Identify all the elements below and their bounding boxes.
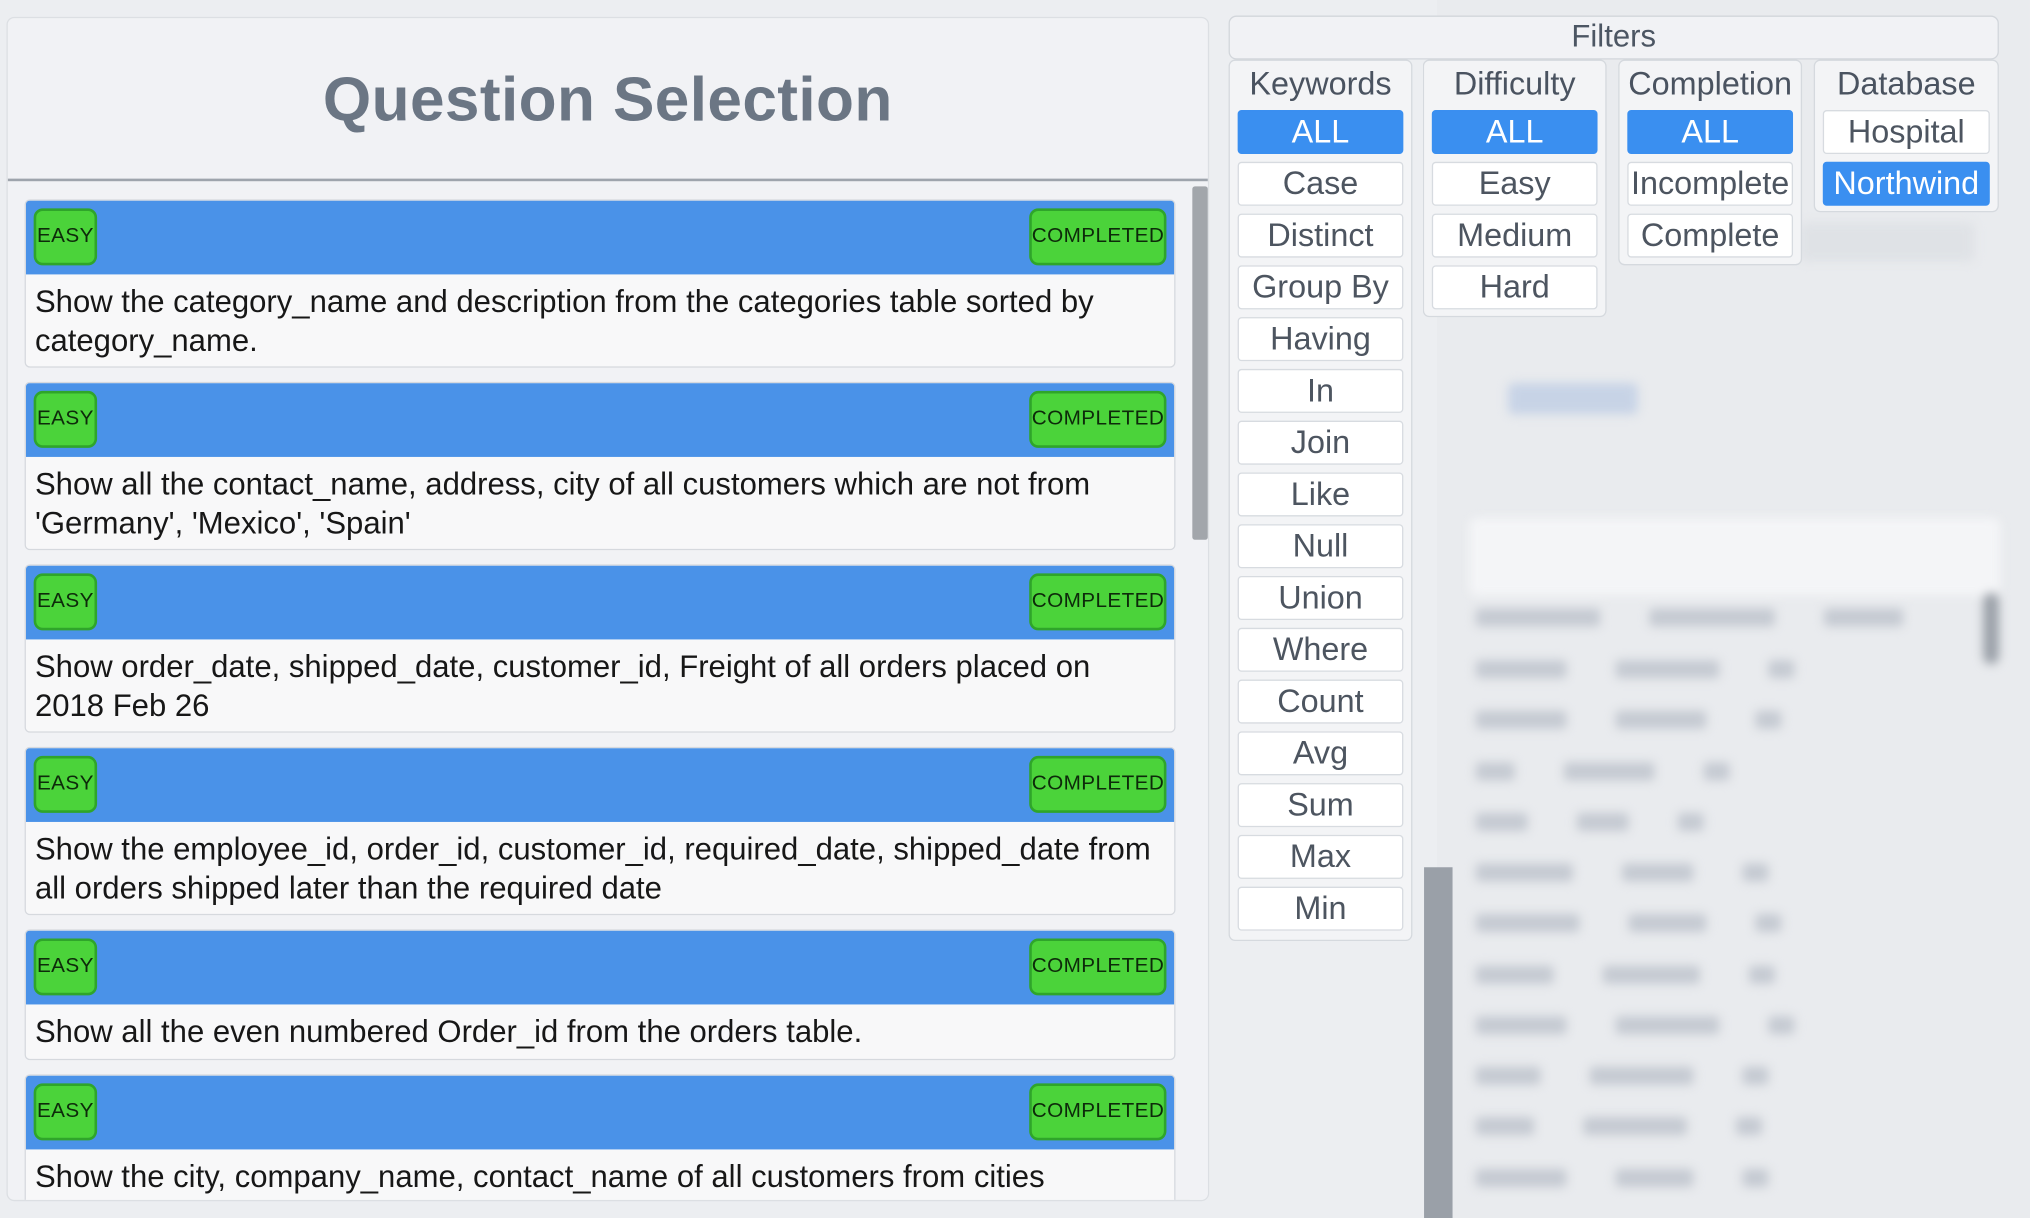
- filter-completion-all[interactable]: ALL: [1627, 110, 1794, 155]
- question-card-header: EASY COMPLETED: [25, 748, 1175, 822]
- filter-keyword-like[interactable]: Like: [1237, 472, 1404, 517]
- question-list[interactable]: EASY COMPLETED Show the category_name an…: [8, 183, 1208, 1200]
- filter-group-title: Difficulty: [1453, 66, 1576, 103]
- question-card[interactable]: EASY COMPLETED Show order_date, shipped_…: [24, 564, 1176, 733]
- background-scrollbar: [1983, 592, 1999, 665]
- difficulty-badge: EASY: [33, 938, 98, 996]
- question-text: Show the city, company_name, contact_nam…: [34, 1159, 1045, 1195]
- status-badge: COMPLETED: [1029, 390, 1167, 448]
- question-card-header: EASY COMPLETED: [25, 930, 1175, 1005]
- status-badge: COMPLETED: [1029, 208, 1167, 266]
- question-card-header: EASY COMPLETED: [25, 565, 1175, 640]
- filter-group-completion: Completion ALL Incomplete Complete: [1618, 59, 1803, 266]
- filter-keyword-where[interactable]: Where: [1237, 627, 1404, 672]
- filter-group-title: Keywords: [1249, 66, 1392, 103]
- question-card-header: EASY COMPLETED: [25, 383, 1175, 457]
- filter-difficulty-easy[interactable]: Easy: [1431, 161, 1598, 206]
- filter-keyword-distinct[interactable]: Distinct: [1237, 213, 1404, 258]
- filter-database-northwind[interactable]: Northwind: [1822, 161, 1990, 206]
- background-row: [1475, 762, 1903, 785]
- background-row: [1475, 608, 1904, 631]
- filter-keyword-having[interactable]: Having: [1237, 317, 1404, 362]
- filters-header: Filters: [1228, 15, 1999, 60]
- background-heading: [1638, 317, 1746, 361]
- filter-keyword-avg[interactable]: Avg: [1237, 731, 1404, 776]
- filter-keyword-case[interactable]: Case: [1237, 161, 1404, 206]
- background-row: [1475, 1168, 1903, 1192]
- background-row: [1475, 812, 1903, 836]
- filter-keyword-join[interactable]: Join: [1237, 420, 1404, 465]
- filter-keyword-min[interactable]: Min: [1237, 886, 1404, 931]
- difficulty-badge: EASY: [33, 208, 98, 266]
- filter-keyword-all[interactable]: ALL: [1237, 110, 1404, 155]
- status-badge: COMPLETED: [1029, 1083, 1167, 1141]
- background-row: [1475, 710, 1903, 734]
- filter-difficulty-hard[interactable]: Hard: [1431, 265, 1598, 310]
- question-card-header: EASY COMPLETED: [25, 1075, 1175, 1150]
- question-text: Show the employee_id, order_id, customer…: [34, 832, 1151, 907]
- background-row: [1475, 965, 1903, 989]
- question-text: Show all the even numbered Order_id from…: [34, 1014, 863, 1050]
- filter-keyword-null[interactable]: Null: [1237, 524, 1404, 569]
- question-card[interactable]: EASY COMPLETED Show the category_name an…: [24, 199, 1176, 368]
- question-card[interactable]: EASY COMPLETED Show the employee_id, ord…: [24, 746, 1176, 916]
- background-output-box: [1469, 517, 2001, 596]
- filter-completion-incomplete[interactable]: Incomplete: [1627, 161, 1794, 206]
- filter-group-title: Completion: [1628, 66, 1793, 103]
- background-row: [1475, 1117, 1903, 1140]
- scrollbar-track[interactable]: [1189, 183, 1208, 1200]
- filter-completion-complete[interactable]: Complete: [1627, 213, 1794, 258]
- question-card[interactable]: EASY COMPLETED Show all the contact_name…: [24, 381, 1176, 551]
- difficulty-badge: EASY: [33, 755, 98, 813]
- difficulty-badge: EASY: [33, 573, 98, 631]
- difficulty-badge: EASY: [33, 390, 98, 448]
- filter-group-difficulty: Difficulty ALL Easy Medium Hard: [1422, 59, 1607, 318]
- filter-difficulty-medium[interactable]: Medium: [1431, 213, 1598, 258]
- status-badge: COMPLETED: [1029, 573, 1167, 631]
- background-row: [1475, 1016, 1903, 1039]
- scrollbar-thumb[interactable]: [1192, 186, 1208, 540]
- filter-group-database: Database Hospital Northwind: [1813, 59, 1999, 213]
- filter-keyword-sum[interactable]: Sum: [1237, 783, 1404, 828]
- background-scrollbar: [1424, 867, 1453, 1218]
- question-text: Show all the contact_name, address, city…: [34, 467, 1091, 542]
- filter-database-hospital[interactable]: Hospital: [1822, 110, 1990, 155]
- filter-group-title: Database: [1837, 66, 1976, 103]
- filter-difficulty-all[interactable]: ALL: [1431, 110, 1598, 155]
- filter-keyword-max[interactable]: Max: [1237, 834, 1404, 879]
- question-text: Show the category_name and description f…: [34, 284, 1094, 359]
- background-row: [1475, 913, 1903, 937]
- question-card-header: EASY COMPLETED: [25, 200, 1175, 275]
- background-selection-box: [1799, 222, 1975, 262]
- background-row: [1475, 1066, 1903, 1090]
- background-chip: [1508, 383, 1638, 415]
- page-title: Question Selection: [322, 65, 893, 134]
- filter-keyword-count[interactable]: Count: [1237, 679, 1404, 724]
- filter-keyword-union[interactable]: Union: [1237, 576, 1404, 621]
- question-text: Show order_date, shipped_date, customer_…: [34, 649, 1091, 724]
- filter-keyword-group-by[interactable]: Group By: [1237, 265, 1404, 310]
- status-badge: COMPLETED: [1029, 938, 1167, 996]
- question-card[interactable]: EASY COMPLETED Show the city, company_na…: [24, 1074, 1176, 1200]
- filter-group-keywords: Keywords ALL Case Distinct Group By Havi…: [1228, 59, 1413, 942]
- question-card[interactable]: EASY COMPLETED Show all the even numbere…: [24, 929, 1176, 1061]
- filter-keyword-in[interactable]: In: [1237, 368, 1404, 413]
- question-selection-header: Question Selection: [7, 18, 1208, 182]
- background-row: [1475, 863, 1903, 886]
- status-badge: COMPLETED: [1029, 755, 1167, 813]
- difficulty-badge: EASY: [33, 1083, 98, 1141]
- question-selection-panel: Question Selection EASY COMPLETED Show t…: [6, 16, 1210, 1202]
- background-row: [1475, 660, 1903, 683]
